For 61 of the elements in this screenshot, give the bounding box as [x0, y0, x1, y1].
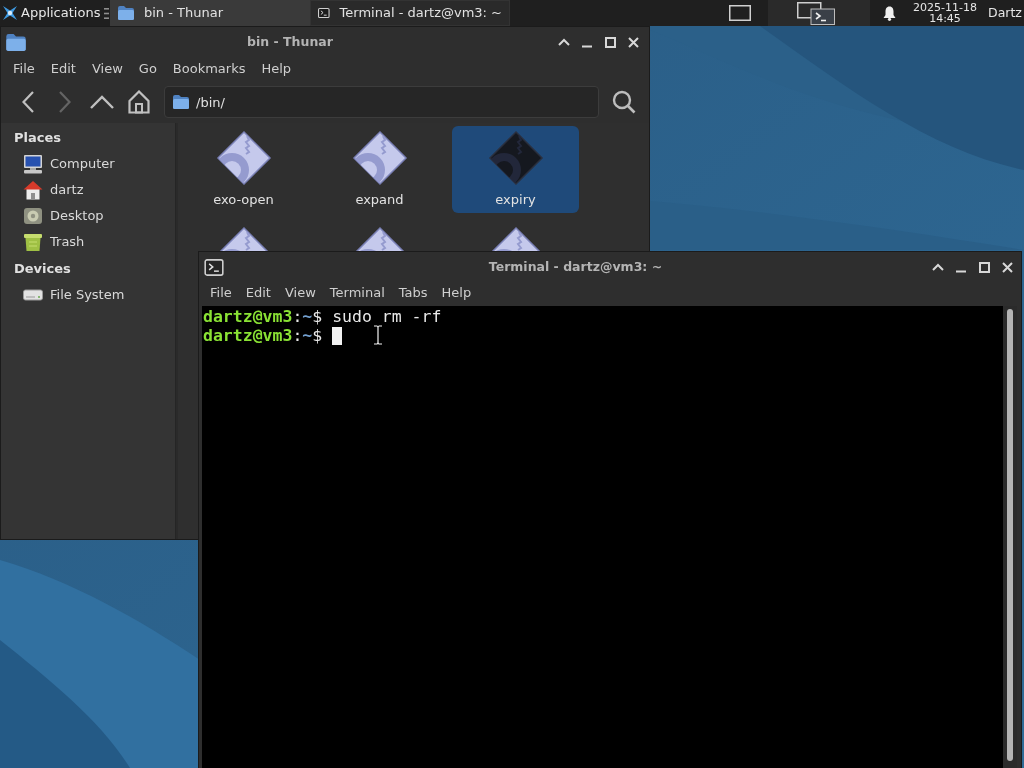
shade-icon[interactable]	[558, 38, 570, 46]
home-icon[interactable]	[128, 90, 150, 114]
menu-item[interactable]: Bookmarks	[164, 59, 254, 79]
section-heading: Devices	[13, 260, 72, 278]
menu-item[interactable]: Terminal	[322, 283, 392, 303]
window-outline-icon[interactable]	[729, 5, 751, 21]
close-icon[interactable]	[1001, 261, 1013, 273]
grip-icon[interactable]	[103, 7, 109, 19]
menu-item[interactable]: Help	[434, 283, 479, 303]
maximize-icon[interactable]	[978, 261, 990, 273]
trash-icon	[23, 232, 43, 252]
window-title: Terminal - dartz@vm3: ~	[487, 257, 664, 276]
monitor-icon	[23, 154, 43, 174]
taskbar-button[interactable]: Terminal - dartz@vm3: ~	[310, 0, 510, 26]
menu-item[interactable]: Help	[253, 59, 300, 79]
bell-icon[interactable]	[882, 5, 896, 21]
menu-item[interactable]: File	[203, 283, 239, 303]
menu-item[interactable]: Tabs	[391, 283, 435, 303]
clock-date: 2025-11-18	[913, 2, 977, 13]
maximize-icon[interactable]	[604, 36, 616, 48]
diamond-file-icon	[351, 130, 408, 186]
sidebar-item[interactable]: dartz	[1, 177, 175, 203]
x-logo-icon	[2, 5, 18, 21]
terminal-line: dartz@vm3:~$	[203, 326, 323, 345]
folder-icon	[173, 95, 189, 109]
terminal-icon	[204, 258, 224, 276]
diamond-file-icon	[487, 130, 544, 186]
location-field[interactable]: /bin/	[164, 86, 599, 118]
menu-item[interactable]: Edit	[42, 59, 84, 79]
folder-icon	[118, 6, 134, 20]
menu-item[interactable]: View	[277, 283, 323, 303]
executable-entry[interactable]: expand	[316, 126, 443, 213]
sidebar-item[interactable]: Desktop	[1, 203, 175, 229]
menu-item[interactable]: File	[5, 59, 43, 79]
shade-icon[interactable]	[932, 263, 944, 271]
terminal-line: dartz@vm3:~$ sudo rm -rf	[203, 307, 442, 326]
section-heading: Places	[13, 129, 63, 147]
applications-menu-button[interactable]: Applications	[0, 0, 102, 26]
close-icon[interactable]	[627, 36, 639, 48]
sidebar-item[interactable]: Computer	[1, 151, 175, 177]
minimize-icon[interactable]	[582, 44, 592, 48]
executable-entry[interactable]: exo-open	[180, 126, 307, 213]
taskbar-button[interactable]: bin - Thunar	[110, 0, 310, 26]
terminal-icon	[318, 6, 330, 20]
i-beam-pointer-icon	[373, 325, 383, 345]
executable-entry[interactable]: expiry	[452, 126, 579, 213]
menu-item[interactable]: Edit	[238, 283, 278, 303]
menu-item[interactable]: View	[83, 59, 131, 79]
sidebar-item[interactable]: File System	[1, 282, 175, 308]
window-title: bin - Thunar	[246, 32, 334, 51]
user-name[interactable]: Dartz	[982, 3, 1024, 23]
house-icon	[23, 180, 43, 200]
scrollbar-thumb[interactable]	[1007, 309, 1013, 761]
sidebar-item[interactable]: Trash	[1, 229, 175, 255]
diamond-file-icon	[215, 130, 272, 186]
folder-icon	[6, 33, 26, 51]
menu-item[interactable]: Go	[130, 59, 165, 79]
clock-time: 14:45	[929, 13, 961, 24]
workspace-pager-icon[interactable]	[797, 1, 835, 25]
minimize-icon[interactable]	[956, 269, 966, 273]
search-icon[interactable]	[612, 90, 636, 114]
